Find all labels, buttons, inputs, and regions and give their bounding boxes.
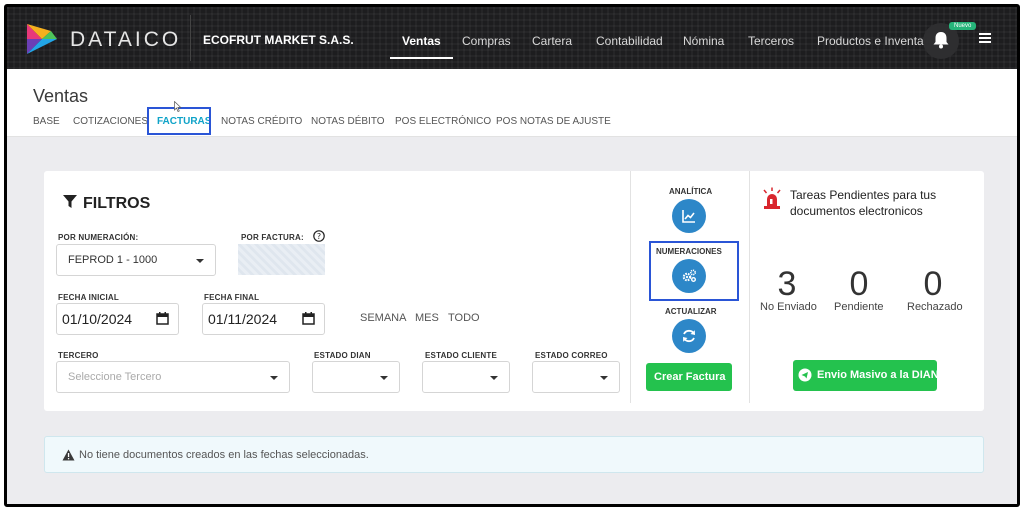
nav-item-productos-inventario[interactable]: Productos e Inventario [817, 34, 937, 48]
refresh-icon [683, 329, 695, 343]
envio-masivo-label: Envio Masivo a la DIAN [817, 369, 939, 381]
range-todo-link[interactable]: TODO [448, 312, 480, 324]
app-window: DATAICO ECOFRUT MARKET S.A.S. Ventas Com… [4, 4, 1020, 507]
calendar-icon[interactable] [302, 312, 315, 325]
brand-name: DATAICO [70, 28, 182, 51]
warning-icon [62, 449, 75, 461]
mouse-pointer-icon [174, 101, 182, 112]
stat-rechazado-value: 0 [923, 265, 943, 303]
tab-pos-notas-de-ajuste[interactable]: POS NOTAS DE AJUSTE [496, 116, 611, 127]
actualizar-label: ACTUALIZAR [665, 307, 717, 316]
tab-cotizaciones[interactable]: COTIZACIONES [73, 116, 148, 127]
fecha-final-label: FECHA FINAL [204, 293, 260, 302]
tab-pos-electronico[interactable]: POS ELECTRÓNICO [395, 116, 491, 127]
new-badge: Nuevo [949, 22, 977, 30]
empty-state-alert: No tiene documentos creados en las fecha… [44, 436, 984, 473]
chevron-down-icon [196, 259, 204, 263]
column-divider [749, 171, 750, 403]
filters-title: FILTROS [83, 195, 151, 212]
factura-label: POR FACTURA: [241, 233, 304, 242]
numeracion-select[interactable]: FEPROD 1 - 1000 [56, 244, 216, 276]
tercero-placeholder: Seleccione Tercero [68, 371, 162, 383]
svg-text:?: ? [317, 232, 321, 241]
nav-item-contabilidad[interactable]: Contabilidad [596, 34, 663, 48]
column-divider [630, 171, 631, 403]
crear-factura-button[interactable]: Crear Factura [646, 363, 732, 391]
calendar-icon[interactable] [156, 312, 169, 325]
numeraciones-button[interactable] [672, 259, 706, 293]
fecha-inicial-value: 01/10/2024 [62, 311, 133, 327]
tab-base[interactable]: BASE [33, 116, 60, 127]
nav-item-compras[interactable]: Compras [462, 34, 511, 48]
tab-notas-debito[interactable]: NOTAS DÉBITO [311, 116, 385, 127]
chevron-down-icon [270, 376, 278, 380]
numeracion-label: POR NUMERACIÓN: [58, 233, 139, 242]
stat-pendiente-value: 0 [849, 265, 869, 303]
fecha-final-value: 01/11/2024 [208, 311, 278, 327]
fecha-final-input[interactable]: 01/11/2024 [202, 303, 325, 335]
chevron-down-icon [490, 376, 498, 380]
nav-item-cartera[interactable]: Cartera [532, 34, 572, 48]
tab-notas-credito[interactable]: NOTAS CRÉDITO [221, 116, 302, 127]
page-header: Ventas BASE COTIZACIONES FACTURAS NOTAS … [7, 69, 1017, 137]
stat-rechazado-label: Rechazado [907, 301, 963, 313]
menu-icon[interactable] [979, 33, 991, 43]
nav-item-nomina[interactable]: Nómina [683, 34, 724, 48]
company-name[interactable]: ECOFRUT MARKET S.A.S. [203, 33, 354, 47]
tasks-title: Tareas Pendientes para tus documentos el… [790, 188, 937, 218]
bell-icon [933, 32, 949, 49]
nav-divider [190, 15, 191, 61]
estado-cliente-label: ESTADO CLIENTE [425, 351, 497, 360]
filter-icon [63, 195, 77, 208]
chart-line-icon [682, 210, 695, 223]
filters-card: FILTROS POR NUMERACIÓN: FEPROD 1 - 1000 … [44, 171, 984, 411]
tercero-label: TERCERO [58, 351, 99, 360]
envio-masivo-dian-button[interactable]: Envio Masivo a la DIAN [793, 360, 939, 391]
stat-no-enviado-value: 3 [777, 265, 797, 303]
fecha-inicial-input[interactable]: 01/10/2024 [56, 303, 179, 335]
tercero-select[interactable]: Seleccione Tercero [56, 361, 290, 393]
stat-no-enviado-label: No Enviado [760, 301, 817, 313]
stat-pendiente-label: Pendiente [834, 301, 884, 313]
nav-item-terceros[interactable]: Terceros [748, 34, 794, 48]
factura-input[interactable] [238, 244, 325, 275]
estado-correo-select[interactable] [532, 361, 620, 393]
actualizar-button[interactable] [672, 319, 706, 353]
nav-item-ventas[interactable]: Ventas [402, 34, 441, 48]
estado-cliente-select[interactable] [422, 361, 510, 393]
gears-icon [682, 269, 697, 282]
range-semana-link[interactable]: SEMANA [360, 312, 406, 324]
chevron-down-icon [380, 376, 388, 380]
fecha-inicial-label: FECHA INICIAL [58, 293, 119, 302]
top-navbar: DATAICO ECOFRUT MARKET S.A.S. Ventas Com… [7, 7, 1017, 69]
estado-dian-label: ESTADO DIAN [314, 351, 371, 360]
siren-alert-icon [763, 187, 781, 209]
estado-dian-select[interactable] [312, 361, 400, 393]
page-title: Ventas [33, 86, 89, 106]
chevron-down-icon [600, 376, 608, 380]
help-icon[interactable]: ? [313, 230, 325, 242]
active-nav-indicator [390, 57, 453, 59]
range-mes-link[interactable]: MES [415, 312, 439, 324]
analitica-label: ANALÍTICA [669, 187, 713, 196]
send-document-icon [798, 368, 812, 382]
alert-message: No tiene documentos creados en las fecha… [79, 449, 369, 461]
dataico-logo-icon[interactable] [25, 22, 59, 56]
numeraciones-label: NUMERACIONES [656, 247, 722, 256]
analitica-button[interactable] [672, 199, 706, 233]
estado-correo-label: ESTADO CORREO [535, 351, 608, 360]
numeracion-value: FEPROD 1 - 1000 [68, 254, 158, 266]
